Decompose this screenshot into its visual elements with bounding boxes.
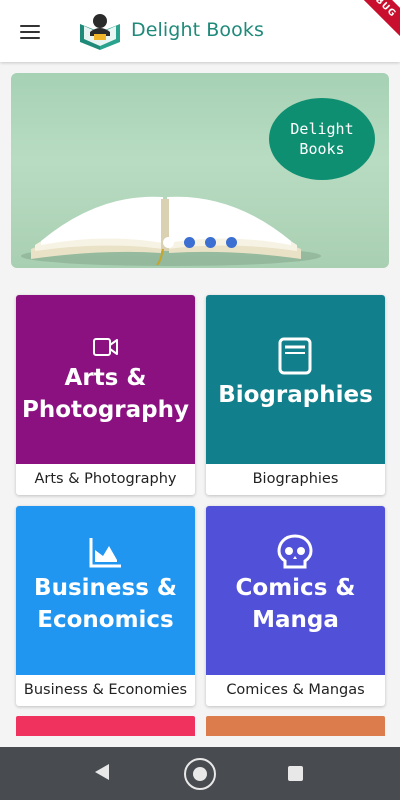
debug-ribbon: DEBUG [337,0,400,45]
app-title: Delight Books [131,19,264,41]
category-tile: Business & Economics [16,506,195,675]
category-tile: Comics & Manga [206,506,385,675]
category-title-line2: Photography [22,397,189,423]
category-card-partial[interactable] [206,716,385,736]
carousel-dot[interactable] [226,237,237,248]
category-title-line2: Economics [37,607,174,633]
banner-badge-line1: Delight [290,120,354,138]
video-camera-icon [93,338,118,356]
carousel-indicator [11,235,389,248]
banner-badge-line2: Books [299,140,345,158]
category-title-line2: Manga [252,607,339,633]
carousel-dot[interactable] [184,237,195,248]
category-card-business-economics[interactable]: Business & Economics Business & Economie… [16,506,195,706]
category-caption: Comices & Mangas [226,682,365,698]
category-title-line1: Comics & [235,575,356,601]
carousel-dot[interactable] [205,237,216,248]
recent-apps-icon[interactable] [288,766,303,781]
category-caption: Business & Economies [23,682,188,698]
app-bar: Delight Books DEBUG [0,0,400,62]
chart-icon [89,538,121,568]
app-logo [80,14,120,50]
category-tile: Biographies [206,295,385,464]
home-icon[interactable] [184,758,216,790]
back-icon[interactable] [93,762,111,782]
book-icon [278,337,312,375]
category-title-line1: Arts & [64,365,147,391]
category-caption: Biographies [252,471,339,487]
banner-badge: Delight Books [269,98,375,180]
category-title-line1: Business & [34,575,177,601]
system-navigation-bar [0,747,400,800]
category-title-line1: Biographies [218,382,373,408]
carousel-dot[interactable] [163,237,174,248]
category-caption: Arts & Photography [34,471,177,487]
category-card-arts-photography[interactable]: Arts & Photography Arts & Photography [16,295,195,495]
skull-icon [277,534,313,569]
menu-icon[interactable] [18,20,44,42]
banner-carousel[interactable]: Delight Books [11,73,389,268]
category-card-comics-manga[interactable]: Comics & Manga Comices & Mangas [206,506,385,706]
category-tile: Arts & Photography [16,295,195,464]
category-card-biographies[interactable]: Biographies Biographies [206,295,385,495]
category-card-partial[interactable] [16,716,195,736]
